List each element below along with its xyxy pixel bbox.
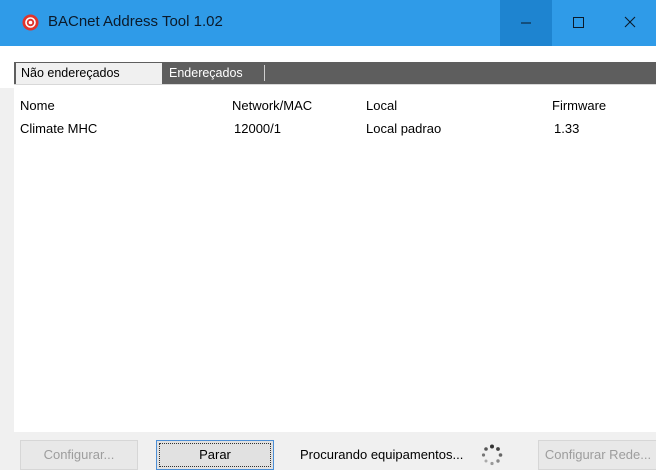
stop-button[interactable]: Parar (156, 440, 274, 470)
device-list[interactable]: Nome Network/MAC Local Firmware Climate … (14, 84, 656, 433)
cell-local: Local padrao (366, 121, 442, 136)
bottom-bar: Configurar... Parar Procurando equipamen… (0, 432, 656, 470)
cell-firmware: 1.33 (554, 121, 580, 136)
tab-enderecados[interactable]: Endereçados (164, 62, 264, 84)
tab-divider (264, 65, 265, 81)
tab-nao-enderecados[interactable]: Não endereçados (16, 63, 162, 84)
column-header-nome[interactable]: Nome (20, 98, 55, 113)
column-header-network-mac[interactable]: Network/MAC (232, 98, 312, 113)
app-icon (22, 14, 39, 31)
focus-ring (159, 443, 271, 467)
status-text: Procurando equipamentos... (300, 447, 464, 462)
column-header-local[interactable]: Local (366, 98, 397, 113)
column-header-firmware[interactable]: Firmware (552, 98, 606, 113)
close-button[interactable] (604, 0, 656, 46)
configure-button[interactable]: Configurar... (20, 440, 138, 470)
loading-spinner-icon (481, 444, 503, 466)
close-icon (624, 16, 636, 28)
table-row[interactable]: Climate MHC 12000/1 Local padrao 1.33 (14, 118, 656, 138)
maximize-button[interactable] (552, 0, 604, 46)
title-bar[interactable]: BACnet Address Tool 1.02 (0, 0, 656, 46)
configure-network-button[interactable]: Configurar Rede... (538, 440, 656, 470)
window-title: BACnet Address Tool 1.02 (48, 13, 223, 30)
cell-nome: Climate MHC (20, 121, 98, 136)
maximize-icon (573, 17, 584, 28)
minimize-button[interactable] (500, 0, 552, 46)
tab-bar: Não endereçados Endereçados (14, 62, 656, 84)
cell-network-mac: 12000/1 (234, 121, 281, 136)
minimize-icon (521, 22, 531, 24)
